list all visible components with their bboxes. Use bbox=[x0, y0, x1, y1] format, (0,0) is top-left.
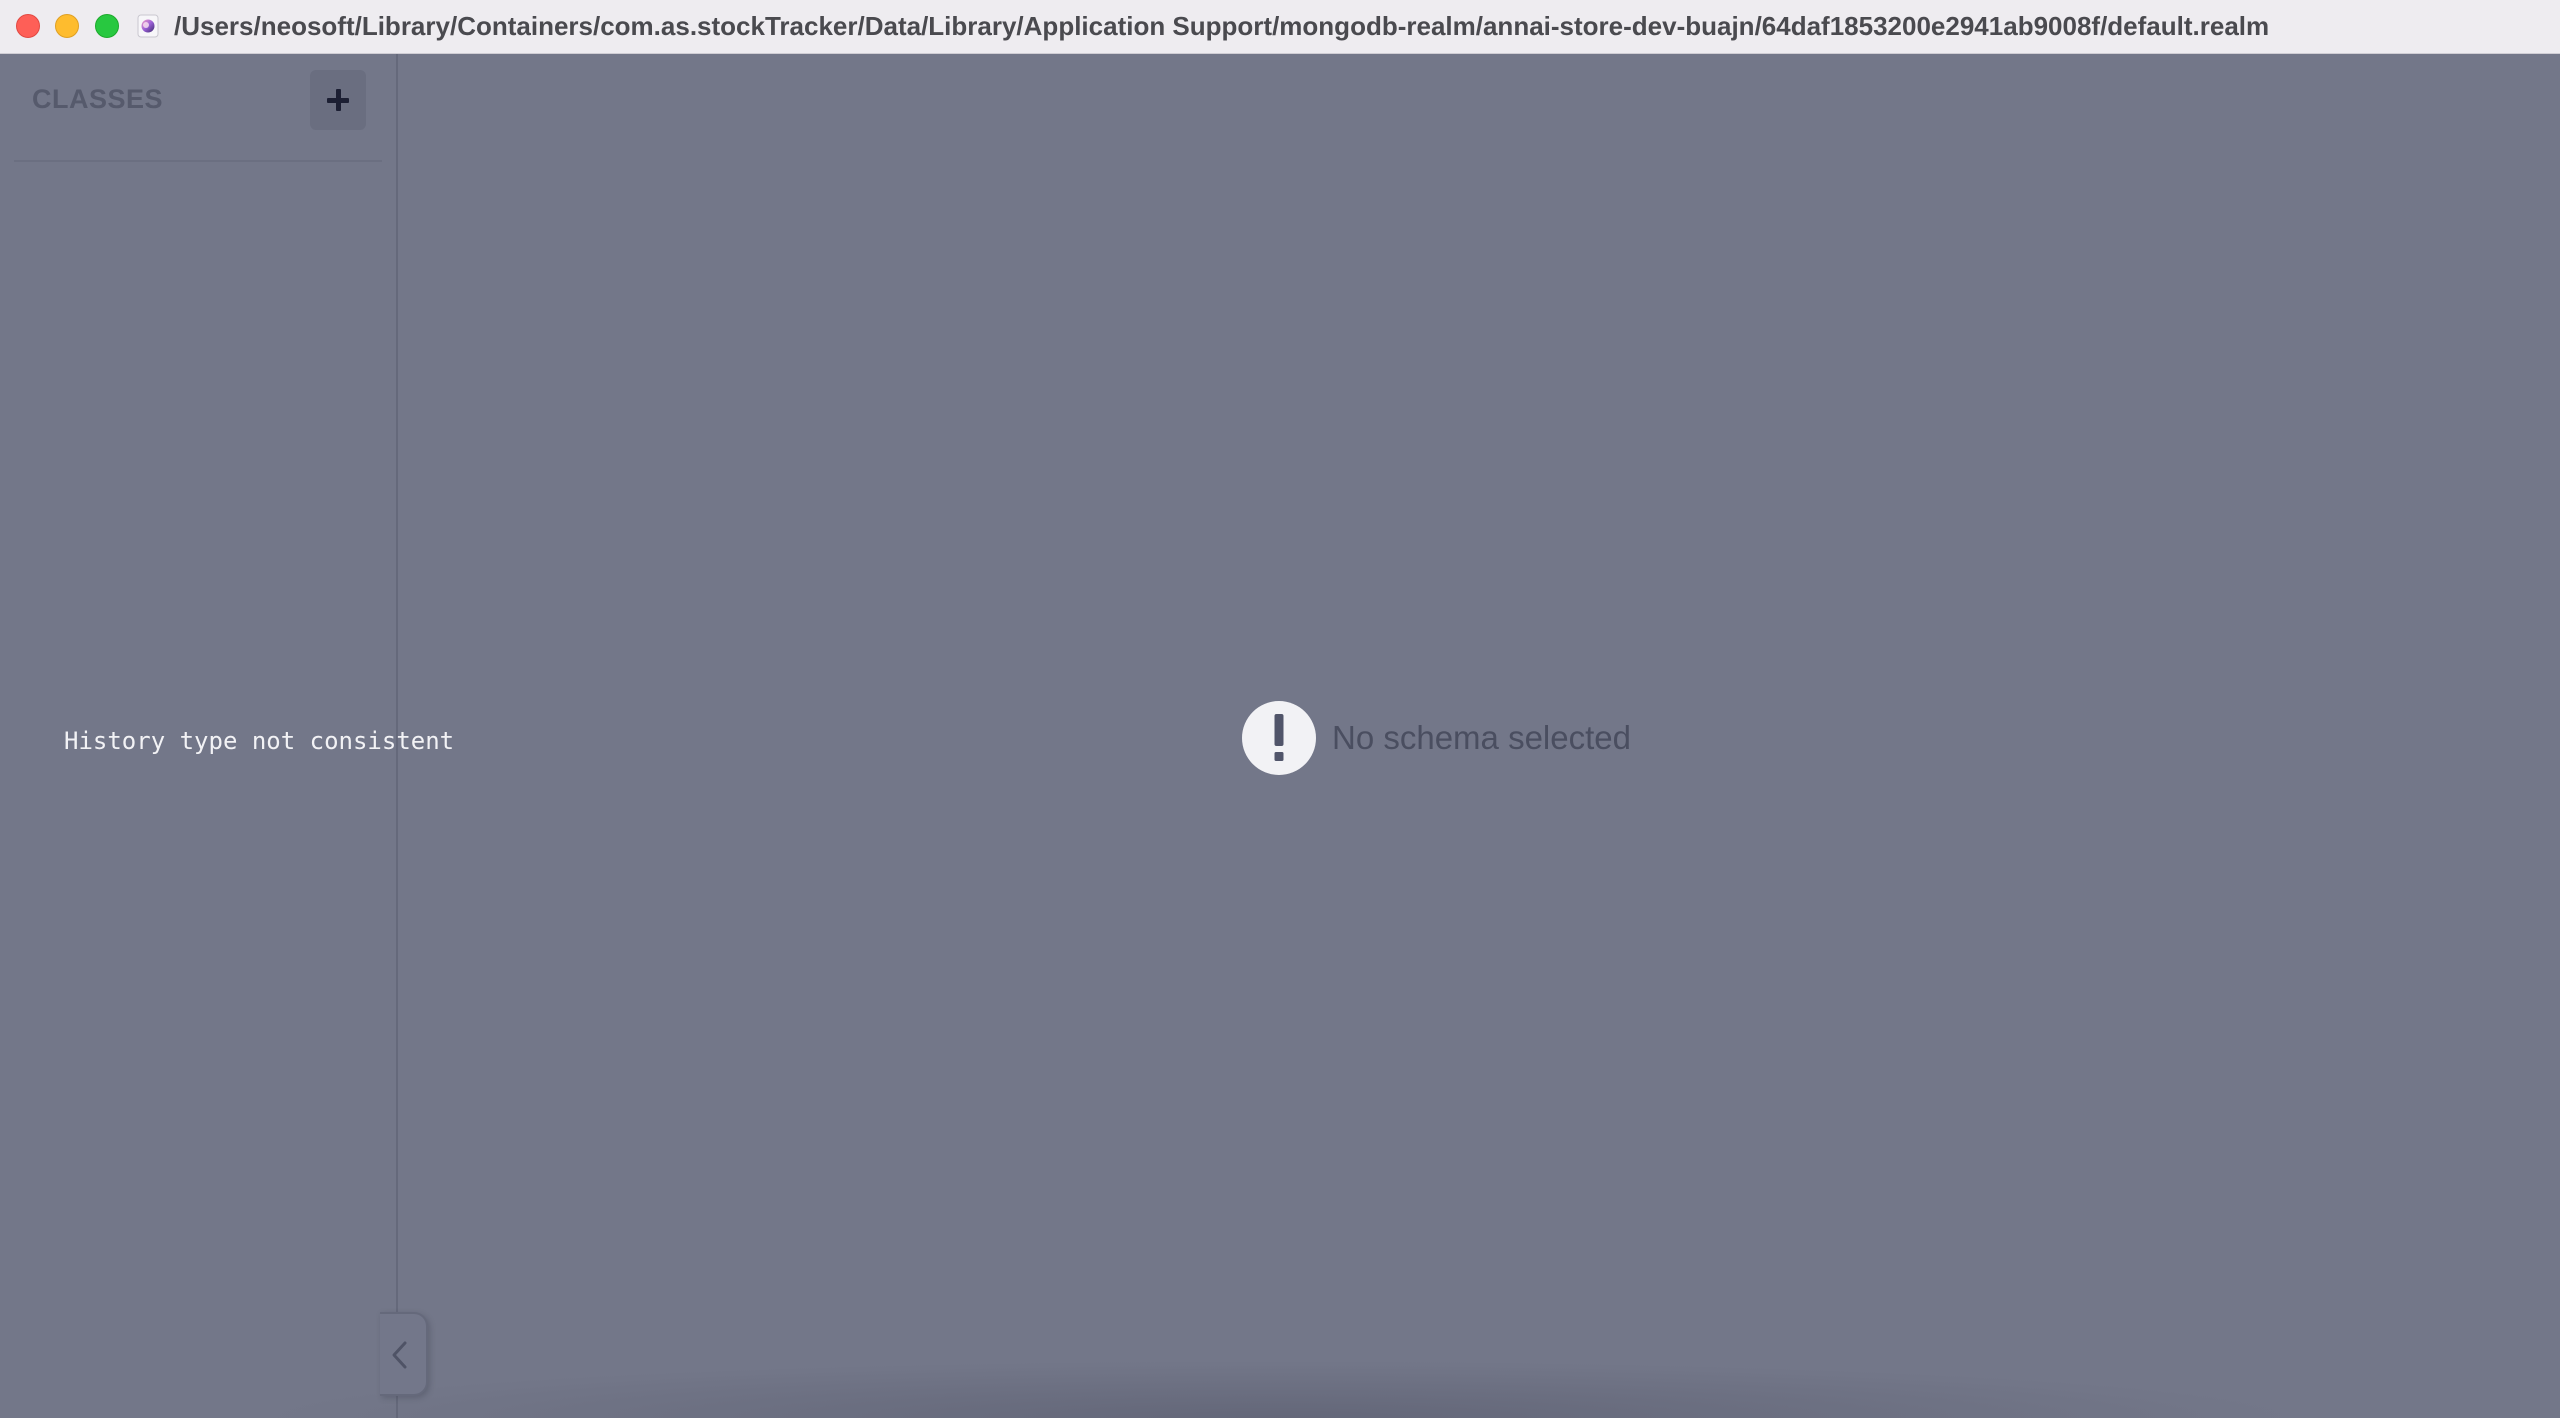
exclamation-icon bbox=[1242, 701, 1316, 775]
zoom-window-button[interactable] bbox=[95, 14, 119, 38]
empty-state-message: No schema selected bbox=[1332, 719, 1631, 756]
add-class-button[interactable] bbox=[310, 70, 366, 130]
app-window: /Users/neosoft/Library/Containers/com.as… bbox=[0, 0, 2560, 1418]
close-window-button[interactable] bbox=[16, 14, 40, 38]
minimize-window-button[interactable] bbox=[55, 14, 79, 38]
sidebar-error-message: History type not consistent bbox=[64, 727, 455, 755]
realm-document-icon bbox=[137, 14, 159, 38]
main-content: No schema selected bbox=[398, 54, 2560, 1418]
collapse-sidebar-button[interactable] bbox=[380, 1312, 428, 1396]
classes-heading: CLASSES bbox=[32, 84, 164, 114]
empty-state: No schema selected bbox=[1242, 700, 1631, 776]
title-bar[interactable]: /Users/neosoft/Library/Containers/com.as… bbox=[0, 0, 2560, 54]
chevron-left-icon bbox=[392, 1341, 407, 1369]
window-title: /Users/neosoft/Library/Containers/com.as… bbox=[174, 11, 2270, 41]
